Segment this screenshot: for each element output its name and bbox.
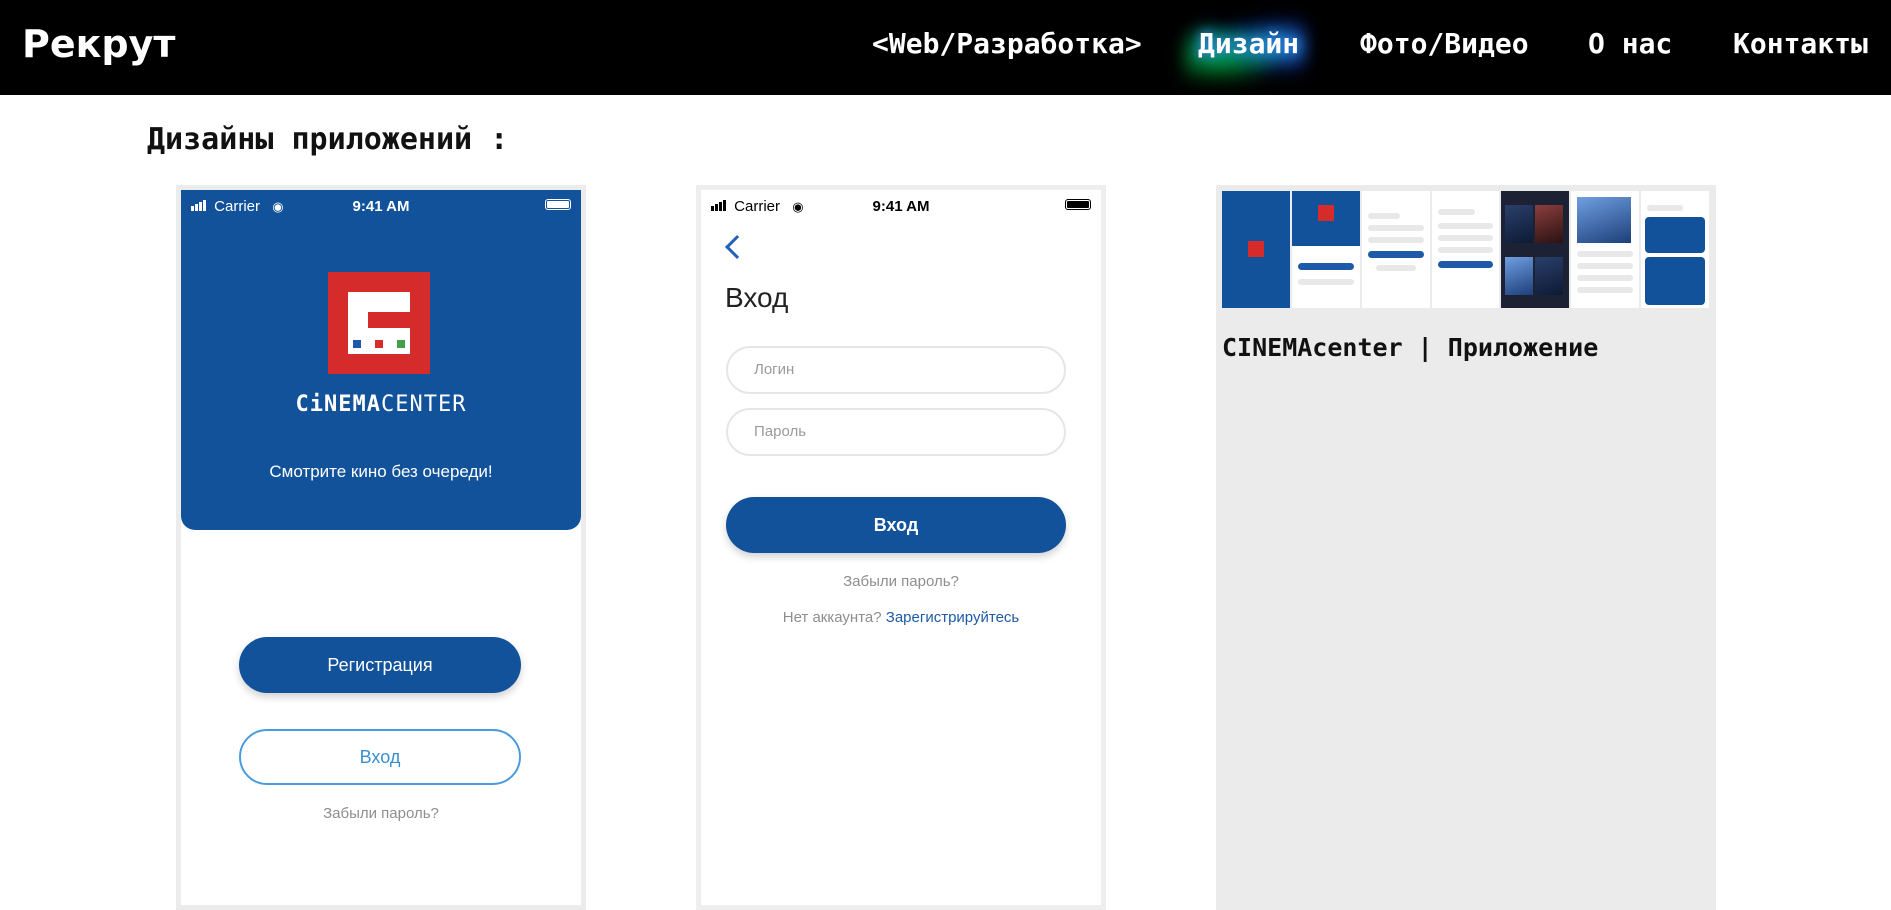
hero-panel: Carrier ◉ 9:41 AM CiNEMACENTER Смотрите … bbox=[181, 190, 581, 530]
screen-thumbnail bbox=[1361, 191, 1430, 308]
top-navbar: Рекрут <Web/Разработка> Дизайн Фото/Виде… bbox=[0, 0, 1891, 95]
forgot-password-link[interactable]: Забыли пароль? bbox=[181, 805, 581, 822]
logo-dot-blue bbox=[353, 340, 361, 348]
section-title: Дизайны приложений : bbox=[147, 122, 509, 157]
forgot-password-link[interactable]: Забыли пароль? bbox=[701, 573, 1101, 590]
submit-login-button[interactable]: Вход bbox=[726, 497, 1066, 553]
screen-thumbnail bbox=[1641, 191, 1710, 308]
nav-link-about[interactable]: О нас bbox=[1588, 27, 1672, 60]
logo-dot-red bbox=[375, 340, 383, 348]
nav-link-design[interactable]: Дизайн bbox=[1198, 27, 1299, 60]
logo-dot-green bbox=[397, 340, 405, 348]
nav-link-contacts[interactable]: Контакты bbox=[1733, 27, 1868, 60]
battery-icon bbox=[1065, 199, 1091, 210]
login-field[interactable]: Логин bbox=[726, 346, 1066, 394]
project-title[interactable]: CINEMAcenter | Приложение bbox=[1222, 333, 1598, 362]
cinemacenter-logo-icon bbox=[328, 272, 430, 374]
screen-thumbnail bbox=[1431, 191, 1500, 308]
site-logo[interactable]: Рекрут bbox=[22, 22, 175, 66]
login-screen-mockup[interactable]: Carrier ◉ 9:41 AM Вход Логин Пароль Вход… bbox=[696, 185, 1106, 910]
status-bar: Carrier ◉ 9:41 AM bbox=[181, 190, 581, 220]
password-field[interactable]: Пароль bbox=[726, 408, 1066, 456]
welcome-screen-mockup[interactable]: Carrier ◉ 9:41 AM CiNEMACENTER Смотрите … bbox=[176, 185, 586, 910]
back-chevron-icon[interactable] bbox=[725, 234, 750, 260]
screen-thumbnail bbox=[1571, 191, 1640, 308]
clock-label: 9:41 AM bbox=[872, 198, 930, 215]
project-screens-preview bbox=[1222, 191, 1710, 308]
app-wordmark: CiNEMACENTER bbox=[295, 392, 467, 417]
status-bar: Carrier ◉ 9:41 AM bbox=[701, 190, 1101, 220]
tagline: Смотрите кино без очереди! bbox=[269, 462, 493, 481]
battery-icon bbox=[545, 199, 571, 210]
register-button[interactable]: Регистрация bbox=[239, 637, 521, 693]
signup-prompt: Нет аккаунта? Зарегистрируйтесь bbox=[701, 609, 1101, 626]
login-button[interactable]: Вход bbox=[239, 729, 521, 785]
nav-link-web-development[interactable]: <Web/Разработка> bbox=[872, 27, 1142, 60]
nav-link-photo-video[interactable]: Фото/Видео bbox=[1360, 27, 1529, 60]
login-title: Вход bbox=[725, 282, 789, 313]
register-link[interactable]: Зарегистрируйтесь bbox=[886, 609, 1019, 626]
screen-thumbnail bbox=[1291, 191, 1360, 308]
project-card[interactable]: CINEMAcenter | Приложение bbox=[1216, 185, 1716, 910]
mini-logo-icon bbox=[1317, 205, 1334, 221]
clock-label: 9:41 AM bbox=[352, 198, 410, 215]
screen-thumbnail bbox=[1501, 191, 1570, 308]
screen-thumbnail bbox=[1222, 191, 1290, 308]
mini-logo-icon bbox=[1247, 241, 1264, 257]
no-account-text: Нет аккаунта? bbox=[782, 609, 882, 626]
